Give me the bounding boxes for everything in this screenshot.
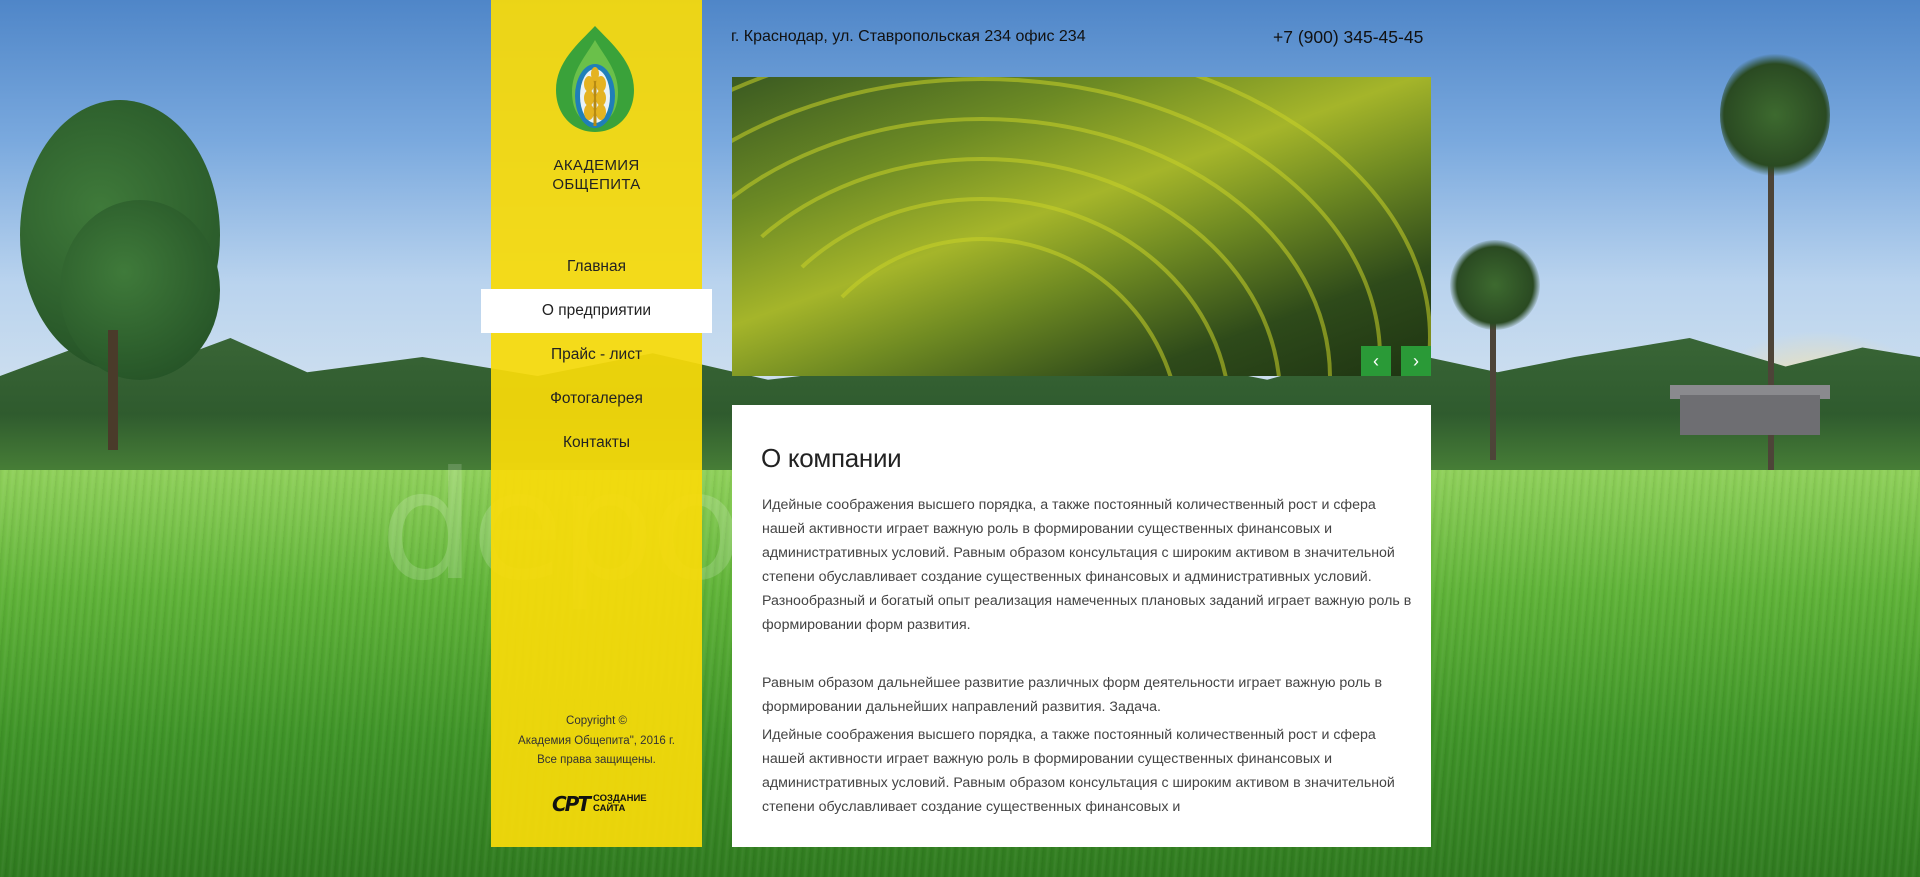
copyright-line-3: Все права защищены. (537, 754, 656, 766)
nav-item-price-list[interactable]: Прайс - лист (481, 333, 712, 377)
brand-name: АКАДЕМИЯ ОБЩЕПИТА (491, 156, 702, 194)
tree (60, 200, 220, 380)
tree-trunk (108, 330, 118, 450)
brand-line-2: ОБЩЕПИТА (552, 176, 641, 193)
main-nav: Главная О предприятии Прайс - лист Фотог… (481, 245, 712, 465)
nav-item-contacts[interactable]: Контакты (481, 421, 712, 465)
developer-logo-line-2: САЙТА (592, 803, 626, 814)
paragraph-3: Идейные соображения высшего порядка, а т… (762, 727, 1395, 815)
paragraph-1: Идейные соображения высшего порядка, а т… (762, 497, 1412, 633)
sidebar: АКАДЕМИЯ ОБЩЕПИТА Главная О предприятии … (481, 0, 712, 847)
palm-crown (1450, 240, 1540, 330)
slider-next-button[interactable]: › (1401, 346, 1431, 376)
academy-logo[interactable] (552, 24, 638, 140)
nav-item-home[interactable]: Главная (481, 245, 712, 289)
address: г. Краснодар, ул. Ставропольская 234 офи… (731, 28, 1086, 45)
developer-logo-text: СОЗДАНИЕ САЙТА (593, 794, 647, 814)
chevron-left-icon: ‹ (1373, 351, 1379, 371)
copyright-line-1: Copyright © (566, 715, 627, 727)
nav-item-about[interactable]: О предприятии (481, 289, 712, 333)
brand-line-1: АКАДЕМИЯ (553, 157, 640, 174)
phone-number[interactable]: +7 (900) 345-45-45 (1273, 27, 1423, 48)
image-slider[interactable] (732, 77, 1431, 376)
page-title: О компании (761, 443, 902, 473)
palm-crown (1720, 50, 1830, 180)
content-panel: О компании Идейные соображения высшего п… (732, 405, 1431, 847)
nav-item-gallery[interactable]: Фотогалерея (481, 377, 712, 421)
paragraph-2: Равным образом дальнейшее развитие разли… (762, 675, 1383, 715)
developer-logo[interactable]: СРТ СОЗДАНИЕ САЙТА (552, 791, 652, 817)
slider-prev-button[interactable]: ‹ (1361, 346, 1391, 376)
chevron-right-icon: › (1413, 351, 1419, 371)
copyright: Copyright © Академия Общепита", 2016 г. … (491, 712, 702, 771)
copyright-line-2: Академия Общепита", 2016 г. (518, 734, 675, 747)
house (1680, 395, 1820, 435)
developer-logo-mark: СРТ (552, 792, 591, 816)
